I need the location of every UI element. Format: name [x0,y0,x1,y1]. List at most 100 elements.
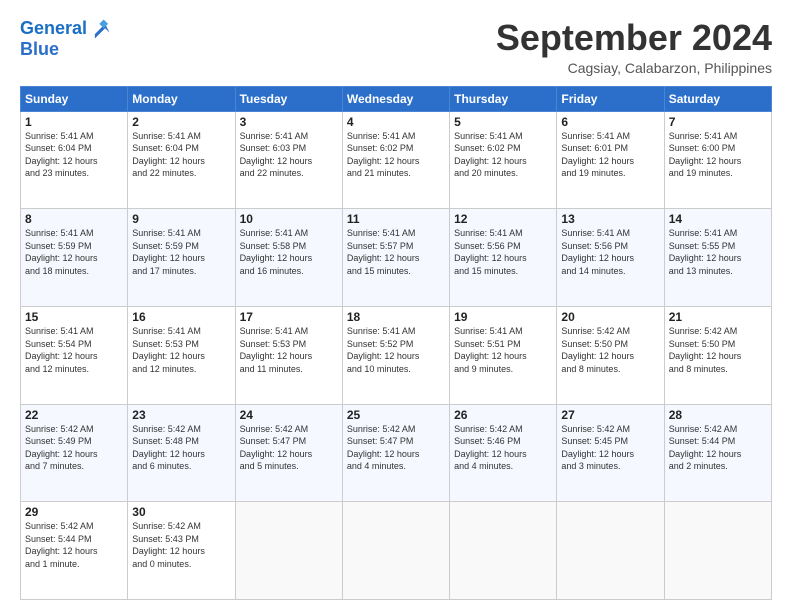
day-number: 7 [669,115,767,129]
weekday-header-wednesday: Wednesday [342,86,449,111]
cell-info: Sunrise: 5:41 AMSunset: 6:01 PMDaylight:… [561,130,659,180]
day-number: 19 [454,310,552,324]
day-number: 16 [132,310,230,324]
cell-info: Sunrise: 5:41 AMSunset: 5:56 PMDaylight:… [561,227,659,277]
cell-info: Sunrise: 5:42 AMSunset: 5:50 PMDaylight:… [669,325,767,375]
calendar-cell: 19Sunrise: 5:41 AMSunset: 5:51 PMDayligh… [450,306,557,404]
calendar-cell [664,502,771,600]
cell-info: Sunrise: 5:41 AMSunset: 6:02 PMDaylight:… [347,130,445,180]
cell-info: Sunrise: 5:41 AMSunset: 5:57 PMDaylight:… [347,227,445,277]
day-number: 20 [561,310,659,324]
cell-info: Sunrise: 5:42 AMSunset: 5:45 PMDaylight:… [561,423,659,473]
day-number: 3 [240,115,338,129]
calendar-week-3: 15Sunrise: 5:41 AMSunset: 5:54 PMDayligh… [21,306,772,404]
calendar-cell: 4Sunrise: 5:41 AMSunset: 6:02 PMDaylight… [342,111,449,209]
weekday-header-saturday: Saturday [664,86,771,111]
day-number: 28 [669,408,767,422]
calendar-week-4: 22Sunrise: 5:42 AMSunset: 5:49 PMDayligh… [21,404,772,502]
logo-text: General [20,19,87,39]
calendar-header-row: SundayMondayTuesdayWednesdayThursdayFrid… [21,86,772,111]
day-number: 15 [25,310,123,324]
day-number: 17 [240,310,338,324]
calendar-cell: 23Sunrise: 5:42 AMSunset: 5:48 PMDayligh… [128,404,235,502]
calendar-cell: 29Sunrise: 5:42 AMSunset: 5:44 PMDayligh… [21,502,128,600]
logo-icon [89,18,111,40]
calendar-cell: 11Sunrise: 5:41 AMSunset: 5:57 PMDayligh… [342,209,449,307]
calendar-cell: 2Sunrise: 5:41 AMSunset: 6:04 PMDaylight… [128,111,235,209]
header: General Blue September 2024 Cagsiay, Cal… [20,18,772,76]
day-number: 12 [454,212,552,226]
day-number: 18 [347,310,445,324]
calendar-cell: 28Sunrise: 5:42 AMSunset: 5:44 PMDayligh… [664,404,771,502]
calendar-body: 1Sunrise: 5:41 AMSunset: 6:04 PMDaylight… [21,111,772,599]
title-block: September 2024 Cagsiay, Calabarzon, Phil… [496,18,772,76]
day-number: 9 [132,212,230,226]
cell-info: Sunrise: 5:41 AMSunset: 6:03 PMDaylight:… [240,130,338,180]
cell-info: Sunrise: 5:42 AMSunset: 5:48 PMDaylight:… [132,423,230,473]
day-number: 23 [132,408,230,422]
calendar-cell: 27Sunrise: 5:42 AMSunset: 5:45 PMDayligh… [557,404,664,502]
day-number: 25 [347,408,445,422]
cell-info: Sunrise: 5:41 AMSunset: 6:02 PMDaylight:… [454,130,552,180]
calendar-cell [557,502,664,600]
calendar-cell: 8Sunrise: 5:41 AMSunset: 5:59 PMDaylight… [21,209,128,307]
month-title: September 2024 [496,18,772,58]
day-number: 6 [561,115,659,129]
calendar-cell: 13Sunrise: 5:41 AMSunset: 5:56 PMDayligh… [557,209,664,307]
page: General Blue September 2024 Cagsiay, Cal… [0,0,792,612]
day-number: 14 [669,212,767,226]
calendar-cell: 21Sunrise: 5:42 AMSunset: 5:50 PMDayligh… [664,306,771,404]
cell-info: Sunrise: 5:42 AMSunset: 5:46 PMDaylight:… [454,423,552,473]
calendar-cell: 9Sunrise: 5:41 AMSunset: 5:59 PMDaylight… [128,209,235,307]
cell-info: Sunrise: 5:41 AMSunset: 5:53 PMDaylight:… [240,325,338,375]
day-number: 5 [454,115,552,129]
day-number: 13 [561,212,659,226]
cell-info: Sunrise: 5:41 AMSunset: 6:04 PMDaylight:… [132,130,230,180]
day-number: 22 [25,408,123,422]
calendar-cell: 14Sunrise: 5:41 AMSunset: 5:55 PMDayligh… [664,209,771,307]
calendar-cell: 5Sunrise: 5:41 AMSunset: 6:02 PMDaylight… [450,111,557,209]
calendar-cell [235,502,342,600]
weekday-header-sunday: Sunday [21,86,128,111]
calendar-cell: 22Sunrise: 5:42 AMSunset: 5:49 PMDayligh… [21,404,128,502]
weekday-header-thursday: Thursday [450,86,557,111]
day-number: 8 [25,212,123,226]
calendar-cell [450,502,557,600]
calendar-cell: 26Sunrise: 5:42 AMSunset: 5:46 PMDayligh… [450,404,557,502]
cell-info: Sunrise: 5:41 AMSunset: 5:59 PMDaylight:… [25,227,123,277]
day-number: 27 [561,408,659,422]
calendar-cell: 18Sunrise: 5:41 AMSunset: 5:52 PMDayligh… [342,306,449,404]
weekday-header-tuesday: Tuesday [235,86,342,111]
cell-info: Sunrise: 5:42 AMSunset: 5:50 PMDaylight:… [561,325,659,375]
cell-info: Sunrise: 5:41 AMSunset: 5:58 PMDaylight:… [240,227,338,277]
cell-info: Sunrise: 5:41 AMSunset: 6:00 PMDaylight:… [669,130,767,180]
weekday-header-monday: Monday [128,86,235,111]
day-number: 26 [454,408,552,422]
cell-info: Sunrise: 5:41 AMSunset: 5:53 PMDaylight:… [132,325,230,375]
calendar-cell: 6Sunrise: 5:41 AMSunset: 6:01 PMDaylight… [557,111,664,209]
day-number: 11 [347,212,445,226]
location: Cagsiay, Calabarzon, Philippines [496,60,772,76]
calendar-cell: 7Sunrise: 5:41 AMSunset: 6:00 PMDaylight… [664,111,771,209]
calendar-cell: 10Sunrise: 5:41 AMSunset: 5:58 PMDayligh… [235,209,342,307]
calendar-cell: 24Sunrise: 5:42 AMSunset: 5:47 PMDayligh… [235,404,342,502]
day-number: 29 [25,505,123,519]
calendar-week-5: 29Sunrise: 5:42 AMSunset: 5:44 PMDayligh… [21,502,772,600]
cell-info: Sunrise: 5:42 AMSunset: 5:43 PMDaylight:… [132,520,230,570]
logo-blue-text: Blue [20,40,111,60]
weekday-header-friday: Friday [557,86,664,111]
calendar-cell: 30Sunrise: 5:42 AMSunset: 5:43 PMDayligh… [128,502,235,600]
day-number: 2 [132,115,230,129]
calendar-week-1: 1Sunrise: 5:41 AMSunset: 6:04 PMDaylight… [21,111,772,209]
cell-info: Sunrise: 5:41 AMSunset: 5:56 PMDaylight:… [454,227,552,277]
day-number: 21 [669,310,767,324]
day-number: 4 [347,115,445,129]
day-number: 24 [240,408,338,422]
cell-info: Sunrise: 5:41 AMSunset: 5:51 PMDaylight:… [454,325,552,375]
calendar-cell: 16Sunrise: 5:41 AMSunset: 5:53 PMDayligh… [128,306,235,404]
calendar-cell: 1Sunrise: 5:41 AMSunset: 6:04 PMDaylight… [21,111,128,209]
calendar-cell: 20Sunrise: 5:42 AMSunset: 5:50 PMDayligh… [557,306,664,404]
cell-info: Sunrise: 5:42 AMSunset: 5:44 PMDaylight:… [669,423,767,473]
calendar-cell: 25Sunrise: 5:42 AMSunset: 5:47 PMDayligh… [342,404,449,502]
cell-info: Sunrise: 5:42 AMSunset: 5:49 PMDaylight:… [25,423,123,473]
